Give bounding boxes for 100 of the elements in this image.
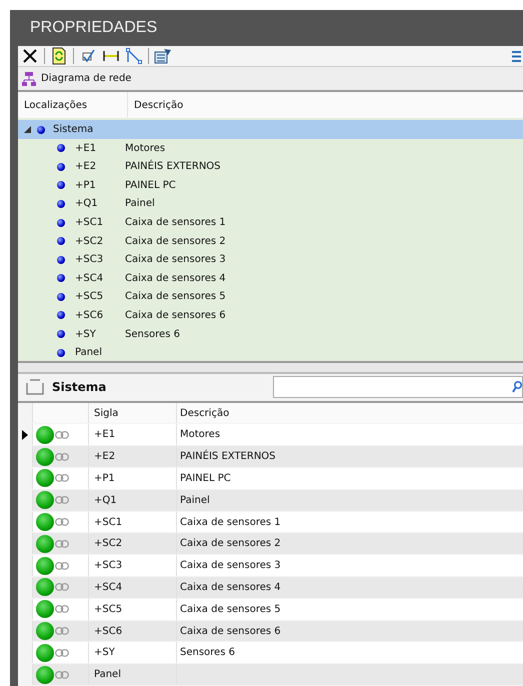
tree-row[interactable]: Sistema bbox=[18, 120, 523, 139]
description-text: Sensores 6 bbox=[125, 328, 180, 342]
line-icon[interactable] bbox=[125, 47, 143, 66]
splitter[interactable] bbox=[18, 361, 523, 374]
table-cell-text: +SC2 bbox=[94, 537, 122, 552]
table-cell: Caixa de sensores 2 bbox=[180, 538, 281, 550]
table-cell: Caixa de sensores 5 bbox=[180, 604, 281, 615]
table-cell-text: +Q1 bbox=[94, 494, 117, 508]
table-cell-text: +SC5 bbox=[94, 602, 122, 617]
column-header: Descrição bbox=[180, 408, 230, 419]
tree-label[interactable]: Panel bbox=[75, 345, 102, 360]
table-row[interactable]: Panel bbox=[18, 664, 523, 686]
table-cell-text: +E2 bbox=[94, 450, 116, 464]
status-icon bbox=[36, 491, 54, 510]
tree-label[interactable]: +SC1 bbox=[75, 215, 117, 230]
description-text: Painel bbox=[125, 197, 155, 212]
link-icon bbox=[55, 605, 69, 614]
status-icon bbox=[36, 644, 54, 662]
network-diagram-icon bbox=[21, 70, 37, 87]
location-icon bbox=[57, 274, 65, 282]
location-icon bbox=[57, 218, 65, 227]
table-cell-text: +SC6 bbox=[94, 624, 122, 638]
location-icon bbox=[57, 144, 65, 152]
status-icon bbox=[36, 666, 54, 684]
tree-label[interactable]: +SY bbox=[75, 326, 117, 342]
description-text: Caixa de sensores 1 bbox=[125, 216, 226, 230]
table-cell: Caixa de sensores 6 bbox=[180, 626, 281, 636]
status-icon bbox=[36, 556, 54, 575]
tree-label[interactable]: +Q1 bbox=[75, 196, 117, 212]
table-cell: Painel bbox=[180, 494, 210, 506]
panel-title: PROPRIEDADES bbox=[30, 18, 158, 38]
current-row-icon bbox=[22, 430, 28, 440]
table-cell: Caixa de sensores 4 bbox=[180, 582, 281, 593]
refresh-icon[interactable] bbox=[50, 47, 68, 66]
tree-label[interactable]: +SC3 bbox=[75, 252, 117, 268]
location-icon bbox=[57, 181, 65, 190]
status-icon bbox=[36, 448, 54, 466]
view-dropdown[interactable]: Diagrama de rede bbox=[41, 71, 132, 86]
description-text: Motores bbox=[125, 142, 166, 156]
table-cell-text: +SY bbox=[94, 646, 115, 660]
status-icon bbox=[36, 426, 54, 444]
table-row[interactable]: +Q1 Painel bbox=[18, 490, 523, 512]
location-icon bbox=[57, 348, 65, 357]
location-icon bbox=[57, 200, 65, 208]
status-icon bbox=[36, 534, 54, 553]
table-cell-text: +E1 bbox=[94, 428, 116, 442]
status-icon bbox=[36, 578, 54, 596]
location-icon bbox=[57, 256, 65, 264]
description-text: Caixa de sensores 2 bbox=[125, 234, 226, 249]
link-icon bbox=[55, 496, 69, 504]
properties-icon[interactable] bbox=[154, 47, 172, 66]
description-text: Caixa de sensores 4 bbox=[125, 272, 226, 286]
description-text: PAINÉIS EXTERNOS bbox=[125, 159, 221, 174]
tree-label[interactable]: +E2 bbox=[75, 159, 117, 174]
table-cell-text: +SC3 bbox=[94, 559, 122, 574]
tree-label[interactable]: +SC6 bbox=[75, 308, 117, 323]
column-header: Localizações bbox=[24, 98, 88, 113]
link-icon bbox=[55, 518, 69, 526]
location-icon bbox=[57, 237, 65, 246]
status-icon bbox=[36, 622, 54, 640]
table-cell: Caixa de sensores 3 bbox=[180, 560, 281, 572]
table-row[interactable]: +SC2 Caixa de sensores 2 bbox=[18, 533, 523, 556]
table-row[interactable]: +SC6 Caixa de sensores 6 bbox=[18, 620, 523, 642]
link-icon bbox=[55, 648, 69, 657]
link-icon bbox=[55, 583, 69, 592]
tree-label[interactable]: +E1 bbox=[75, 140, 117, 156]
status-icon bbox=[36, 469, 54, 488]
status-icon bbox=[36, 513, 54, 532]
link-icon bbox=[55, 452, 69, 461]
location-icon bbox=[57, 330, 65, 338]
delete-icon[interactable] bbox=[21, 47, 39, 66]
search-field[interactable] bbox=[273, 376, 523, 398]
table-cell: Caixa de sensores 1 bbox=[180, 516, 281, 528]
link-icon bbox=[55, 627, 69, 635]
table-cell: PAINÉIS EXTERNOS bbox=[180, 451, 276, 462]
column-header: Sigla bbox=[94, 406, 118, 421]
description-text: Caixa de sensores 3 bbox=[125, 253, 226, 268]
table-cell-text: +SC1 bbox=[94, 516, 122, 530]
folder-icon bbox=[26, 379, 44, 396]
link-icon bbox=[55, 670, 69, 679]
table-row[interactable]: +SC4 Caixa de sensores 4 bbox=[18, 577, 523, 599]
column-header: Descrição bbox=[134, 100, 184, 111]
tree-label[interactable]: +SC5 bbox=[75, 289, 117, 304]
table-cell-text: +SC4 bbox=[94, 580, 122, 595]
link-icon bbox=[55, 474, 69, 482]
status-icon bbox=[36, 600, 54, 618]
tree-label[interactable]: +SC4 bbox=[75, 270, 117, 286]
location-icon bbox=[57, 162, 65, 171]
table-row[interactable]: +E2 PAINÉIS EXTERNOS bbox=[18, 446, 523, 468]
table-cell: Sensores 6 bbox=[180, 647, 235, 658]
link-icon bbox=[55, 540, 69, 548]
tree-label[interactable]: Sistema bbox=[53, 122, 94, 138]
tree-label[interactable]: +P1 bbox=[75, 178, 117, 193]
description-text: Caixa de sensores 6 bbox=[125, 308, 226, 323]
description-text: Caixa de sensores 5 bbox=[125, 290, 226, 304]
link-icon bbox=[55, 562, 69, 570]
location-icon bbox=[57, 311, 65, 320]
location-icon bbox=[57, 292, 65, 301]
tree-label[interactable]: +SC2 bbox=[75, 234, 117, 249]
menu-icon[interactable] bbox=[512, 48, 521, 64]
